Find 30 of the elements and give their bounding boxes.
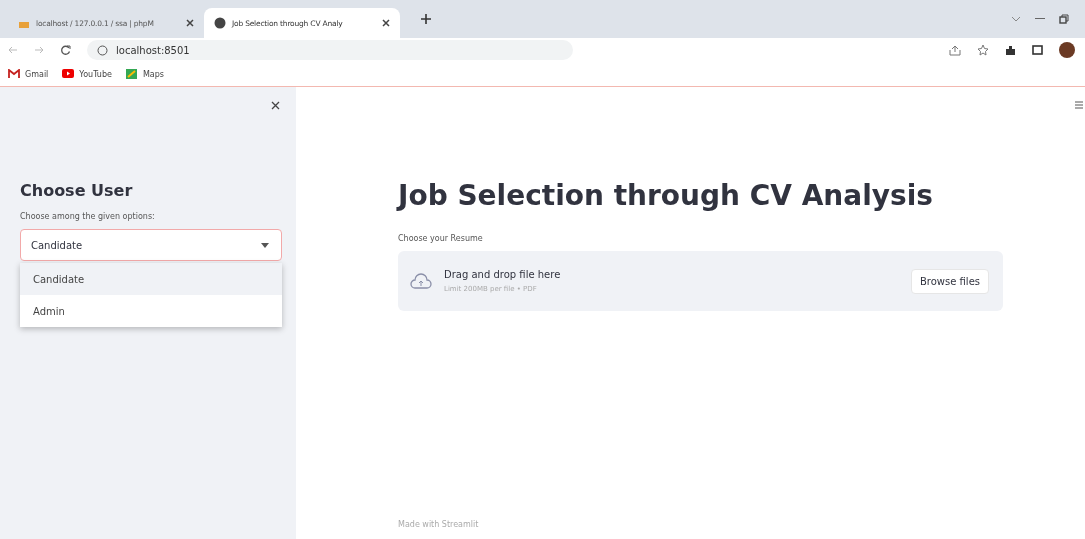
bookmark[interactable]: YouTube [62,69,112,79]
restore-icon[interactable] [1059,14,1069,24]
footer-text: Made with Streamlit [398,520,480,529]
mail-icon [8,69,20,79]
close-icon[interactable] [271,101,280,110]
page-title: Job Selection through CV Analysis [398,179,934,212]
dropdown-option[interactable]: Candidate [20,263,282,295]
caret-icon [261,242,269,248]
share-icon[interactable] [949,44,961,56]
close-icon[interactable] [186,19,194,27]
new-tab-icon[interactable] [420,13,432,25]
browse-files-button[interactable]: Browse files [910,268,989,294]
cloud-upload-icon [410,273,432,289]
user-select[interactable]: Candidate [20,229,282,261]
side-panel-icon[interactable] [1032,45,1043,55]
select-label: Choose among the given options: [20,212,156,221]
minimize-icon[interactable] [1035,18,1045,20]
chevron-down-icon[interactable] [1011,15,1021,23]
bookmark[interactable]: Gmail [8,69,49,79]
reload-icon[interactable] [60,44,71,56]
play-icon [62,69,75,79]
sidebar-heading: Choose User [20,181,134,200]
dropzone-prompt: Drag and drop file here [444,269,562,280]
avatar-icon[interactable] [1059,42,1075,58]
uploader-label: Choose your Resume [398,234,484,243]
dropdown-option[interactable]: Admin [20,295,282,327]
bookmark[interactable]: Maps [125,69,164,79]
close-icon[interactable] [382,19,390,27]
star-icon[interactable] [977,44,989,56]
address-bar[interactable]: localhost:8501 [87,40,573,60]
